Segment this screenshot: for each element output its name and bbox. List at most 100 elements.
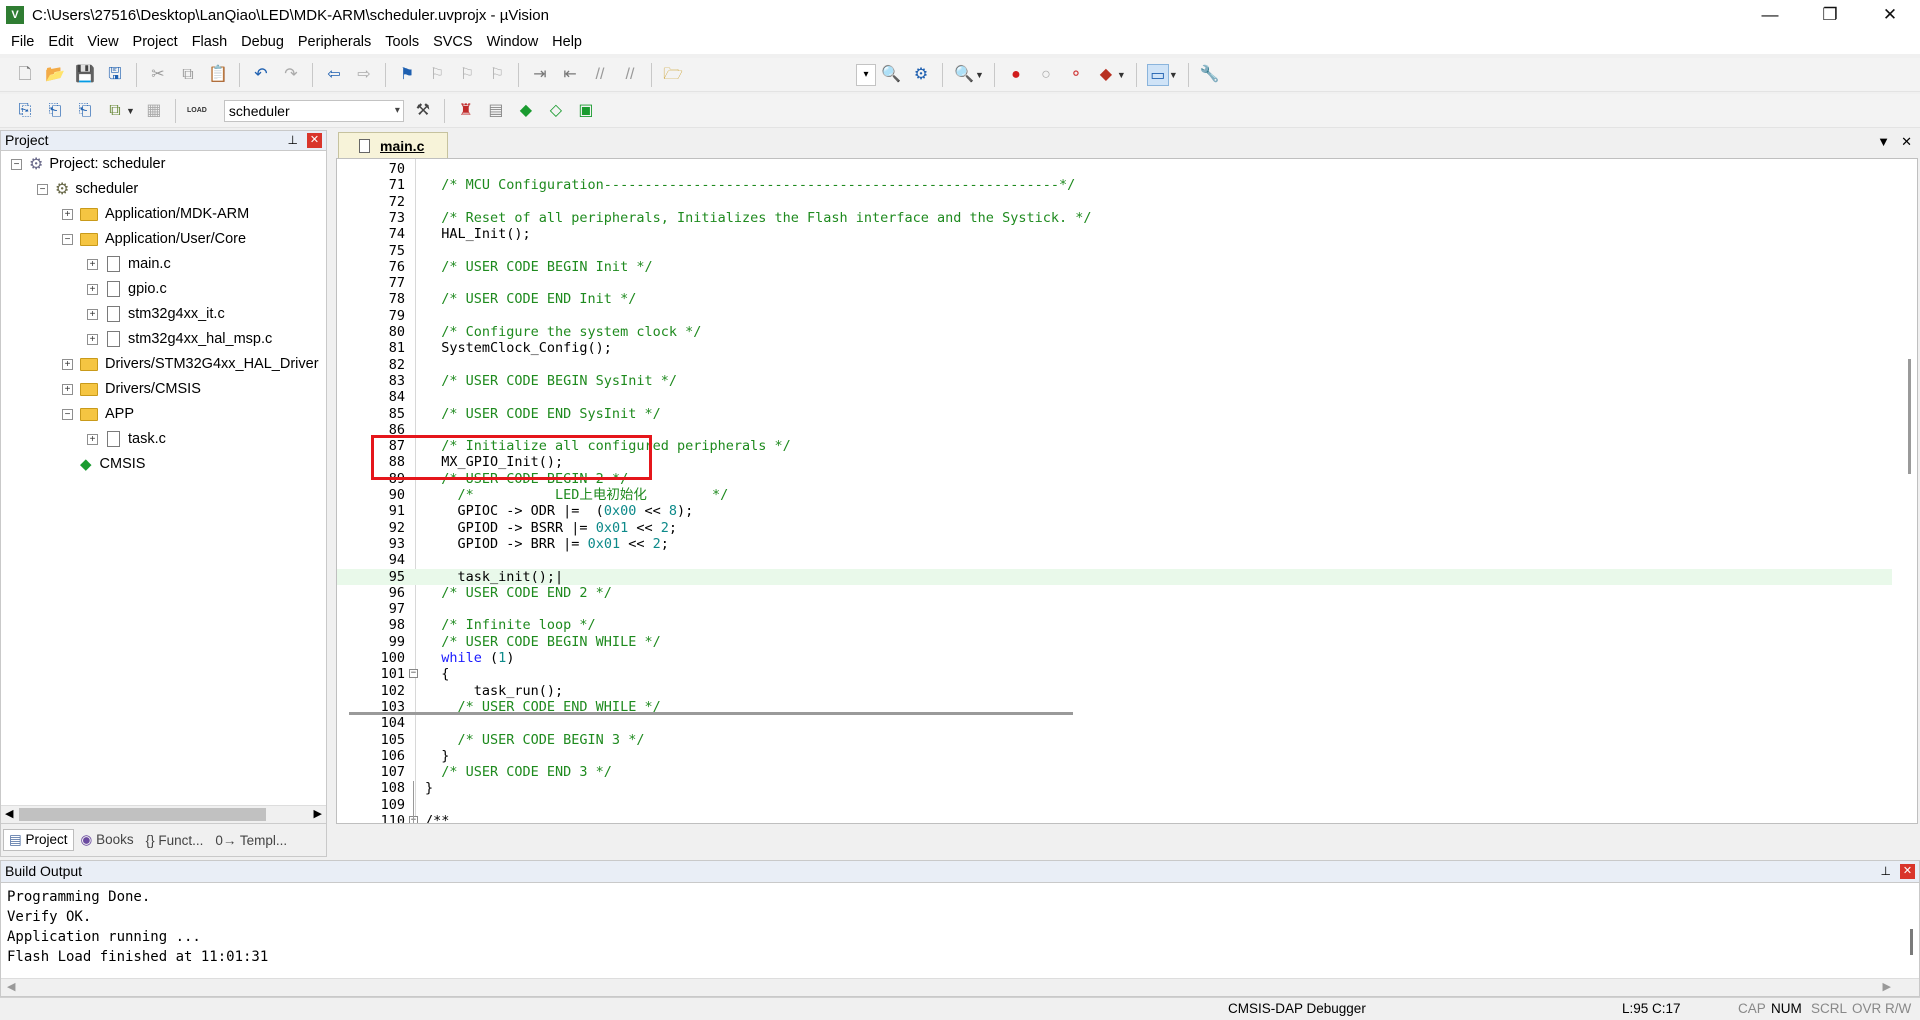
breakpoint-disable-all-icon[interactable]: ⚬ [1065, 64, 1087, 86]
line-number[interactable]: 70 [337, 161, 405, 177]
code-line[interactable]: 72 [337, 194, 1892, 210]
tree-item-stm32g4xx-it-c[interactable]: + stm32g4xx_it.c [87, 303, 225, 325]
line-number[interactable]: 97 [337, 601, 405, 617]
batch-build-icon[interactable]: ⧉ [104, 100, 126, 122]
minimize-button[interactable]: — [1740, 0, 1800, 30]
line-number[interactable]: 82 [337, 357, 405, 373]
line-number[interactable]: 106 [337, 748, 405, 764]
file-extensions-icon[interactable]: ♜ [455, 100, 477, 122]
breakpoint-insert-icon[interactable]: ● [1005, 64, 1027, 86]
code-line[interactable]: 89 /* USER CODE BEGIN 2 */ [337, 471, 1892, 487]
line-number[interactable]: 72 [337, 194, 405, 210]
line-number[interactable]: 81 [337, 340, 405, 356]
find-in-files-icon[interactable]: 🗁 [662, 64, 684, 86]
menu-help[interactable]: Help [545, 30, 589, 54]
line-number[interactable]: 79 [337, 308, 405, 324]
code-line[interactable]: 76 /* USER CODE BEGIN Init */ [337, 259, 1892, 275]
menu-svcs[interactable]: SVCS [426, 30, 480, 54]
code-line[interactable]: 86 [337, 422, 1892, 438]
chevron-down-icon[interactable]: ▼ [1169, 70, 1178, 80]
code-line[interactable]: 96 /* USER CODE END 2 */ [337, 585, 1892, 601]
download-load-icon[interactable]: LOAD [186, 100, 208, 122]
menu-debug[interactable]: Debug [234, 30, 291, 54]
editor-horizontal-scrollbar[interactable] [349, 712, 1073, 715]
code-line[interactable]: 100 while (1) [337, 650, 1892, 666]
build-output-text[interactable]: Programming Done. Verify OK. Application… [1, 883, 1919, 967]
line-number[interactable]: 84 [337, 389, 405, 405]
line-number[interactable]: 94 [337, 552, 405, 568]
code-line[interactable]: 93 GPIOD -> BRR |= 0x01 << 2; [337, 536, 1892, 552]
uncomment-icon[interactable]: // [619, 64, 641, 86]
menu-tools[interactable]: Tools [378, 30, 426, 54]
undo-icon[interactable]: ↶ [250, 64, 272, 86]
close-editor-icon[interactable]: ✕ [1901, 134, 1912, 150]
expand-icon[interactable]: + [62, 358, 73, 370]
maximize-button[interactable]: ❐ [1800, 0, 1860, 30]
copy-icon[interactable]: ⧉ [177, 64, 199, 86]
line-number[interactable]: 109 [337, 797, 405, 813]
save-all-icon[interactable]: 🖫 [104, 64, 126, 86]
find-combo-dropdown[interactable]: ▾ [856, 63, 876, 86]
configure-wrench-icon[interactable]: 🔧 [1199, 64, 1221, 86]
tree-item-project-root[interactable]: − ⚙ Project: scheduler [11, 153, 165, 175]
code-line[interactable]: 97 [337, 601, 1892, 617]
line-number[interactable]: 76 [337, 259, 405, 275]
line-number[interactable]: 95 [337, 569, 405, 585]
line-number[interactable]: 78 [337, 291, 405, 307]
tree-item-gpio-c[interactable]: + gpio.c [87, 278, 167, 300]
close-icon[interactable]: ✕ [307, 133, 322, 148]
line-number[interactable]: 87 [337, 438, 405, 454]
rebuild-icon[interactable]: ⎗ [74, 100, 96, 122]
tab-project[interactable]: ▤ Project [3, 829, 74, 851]
code-line[interactable]: 83 /* USER CODE BEGIN SysInit */ [337, 373, 1892, 389]
code-line[interactable]: 85 /* USER CODE END SysInit */ [337, 406, 1892, 422]
fold-toggle-icon[interactable]: − [409, 669, 418, 679]
line-number[interactable]: 93 [337, 536, 405, 552]
build-icon[interactable]: ⎗ [44, 100, 66, 122]
tree-item-target-scheduler[interactable]: − ⚙ scheduler [37, 178, 138, 200]
redo-icon[interactable]: ↷ [280, 64, 302, 86]
chevron-down-icon[interactable]: ▼ [126, 106, 135, 116]
code-line[interactable]: 110−/** [337, 813, 1892, 823]
menu-flash[interactable]: Flash [185, 30, 234, 54]
pin-icon[interactable]: ⊥ [1881, 861, 1891, 882]
new-file-icon[interactable]: 🗋 [14, 64, 36, 86]
bookmark-next-icon[interactable]: ⚐ [456, 64, 478, 86]
collapse-icon[interactable]: − [11, 158, 22, 170]
expand-icon[interactable]: + [62, 208, 73, 220]
line-number[interactable]: 108 [337, 780, 405, 796]
tab-books[interactable]: ◉ Books [76, 830, 139, 850]
scroll-right-icon[interactable]: ▶ [314, 807, 322, 820]
expand-icon[interactable]: + [62, 383, 73, 395]
menu-peripherals[interactable]: Peripherals [291, 30, 378, 54]
open-folder-icon[interactable]: 📂 [44, 64, 66, 86]
translate-icon[interactable]: ⎘ [14, 100, 36, 122]
code-line[interactable]: 105 /* USER CODE BEGIN 3 */ [337, 732, 1892, 748]
comment-icon[interactable]: // [589, 64, 611, 86]
run-time-environment-icon[interactable]: ▣ [575, 100, 597, 122]
expand-icon[interactable]: + [87, 283, 98, 295]
code-line[interactable]: 92 GPIOD -> BSRR |= 0x01 << 2; [337, 520, 1892, 536]
scroll-left-icon[interactable]: ◀ [5, 807, 13, 820]
code-line[interactable]: 77 [337, 275, 1892, 291]
save-icon[interactable]: 💾 [74, 64, 96, 86]
paste-icon[interactable]: 📋 [207, 64, 229, 86]
code-line[interactable]: 94 [337, 552, 1892, 568]
menu-file[interactable]: File [4, 30, 41, 54]
debug-session-icon[interactable]: ⚙ [910, 64, 932, 86]
code-line[interactable]: 104 [337, 715, 1892, 731]
collapse-icon[interactable]: − [62, 408, 73, 420]
editor-vertical-scrollbar[interactable] [1908, 359, 1911, 474]
indent-icon[interactable]: ⇥ [529, 64, 551, 86]
breakpoint-kill-all-icon[interactable]: ◆ [1095, 64, 1117, 86]
line-number[interactable]: 90 [337, 487, 405, 503]
code-line[interactable]: 81 SystemClock_Config(); [337, 340, 1892, 356]
target-options-icon[interactable]: ⚒ [412, 100, 434, 122]
line-number[interactable]: 96 [337, 585, 405, 601]
expand-icon[interactable]: + [87, 333, 98, 345]
close-icon[interactable]: ✕ [1900, 864, 1915, 879]
navigate-back-icon[interactable]: ⇦ [323, 64, 345, 86]
pack-installer-green-icon[interactable]: ◆ [515, 100, 537, 122]
code-line[interactable]: 107 /* USER CODE END 3 */ [337, 764, 1892, 780]
line-number[interactable]: 85 [337, 406, 405, 422]
